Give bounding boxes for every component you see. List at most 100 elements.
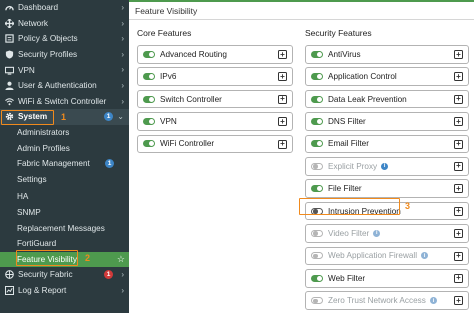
policy-icon [4,34,14,44]
plus-icon[interactable]: + [278,72,287,82]
feature-label: DNS Filter [328,116,366,126]
feature-label: Intrusion Prevention [328,206,401,216]
nav-ha[interactable]: HA [0,189,129,205]
toggle-dns-filter[interactable] [311,117,323,125]
nav-network-label: Network [18,18,49,28]
plus-icon[interactable]: + [454,273,463,283]
nav-admin-profiles[interactable]: Admin Profiles [0,140,129,156]
security-features-heading: Security Features [305,28,372,38]
nav-replacement-messages[interactable]: Replacement Messages [0,220,129,236]
nav-fabric-management[interactable]: Fabric Management 1 [0,156,129,172]
plus-icon[interactable]: + [454,161,463,171]
security-profiles-icon [4,50,14,60]
nav-vpn[interactable]: VPN › [0,62,129,78]
toggle-application-control[interactable] [311,73,323,81]
plus-icon[interactable]: + [278,94,287,104]
plus-icon[interactable]: + [454,229,463,239]
plus-icon[interactable]: + [454,184,463,194]
feature-intrusion-prevention: Intrusion Prevention + [305,201,469,221]
toggle-file-filter[interactable] [311,185,323,193]
callout-number-1: 1 [61,112,67,122]
nav-dashboard[interactable]: Dashboard › [0,0,129,16]
plus-icon[interactable]: + [454,206,463,216]
toggle-video-filter[interactable] [311,229,323,237]
toggle-antivirus[interactable] [311,50,323,58]
info-icon[interactable]: i [429,297,437,305]
feature-application-control: Application Control + [305,67,469,86]
nav-log-report-label: Log & Report [18,285,67,295]
nav-network[interactable]: Network › [0,16,129,32]
network-icon [4,18,14,28]
toggle-ipv6[interactable] [143,73,155,81]
toggle-wifi-controller[interactable] [143,140,155,148]
page-title: Feature Visibility [129,2,474,20]
user-icon [4,81,14,91]
feature-data-leak-prevention: Data Leak Prevention + [305,89,469,109]
gear-icon [4,112,14,122]
feature-label: Zero Trust Network Access [328,296,426,306]
feature-dns-filter: DNS Filter + [305,112,469,131]
toggle-intrusion-prevention[interactable] [311,207,323,215]
system-notification-badge: 1 [104,112,113,122]
plus-icon[interactable]: + [454,94,463,104]
toggle-advanced-routing[interactable] [143,50,155,58]
nav-log-report[interactable]: Log & Report › [0,283,129,299]
security-fabric-icon [4,270,14,280]
nav-ha-label: HA [17,192,29,202]
feature-file-filter: File Filter + [305,179,469,198]
feature-label: Video Filter [328,228,370,238]
nav-fortiguard[interactable]: FortiGuard [0,236,129,252]
plus-icon[interactable]: + [454,139,463,149]
toggle-web-application-firewall[interactable] [311,252,323,260]
nav-security-profiles[interactable]: Security Profiles › [0,47,129,63]
main-panel: Feature Visibility Core Features Advance… [129,0,474,313]
chevron-right-icon: › [121,80,124,90]
chevron-right-icon: › [121,96,124,106]
nav-security-fabric-label: Security Fabric [18,270,73,280]
wifi-icon [4,96,14,106]
nav-policy-objects[interactable]: Policy & Objects › [0,31,129,47]
plus-icon[interactable]: + [454,72,463,82]
callout-number-3: 3 [405,201,411,211]
info-icon[interactable]: i [373,229,381,237]
plus-icon[interactable]: + [454,50,463,59]
nav-administrators-label: Administrators [17,128,70,138]
nav-user-authentication[interactable]: User & Authentication › [0,78,129,94]
toggle-data-leak-prevention[interactable] [311,95,323,103]
nav-snmp[interactable]: SNMP [0,205,129,221]
nav-wifi-switch[interactable]: WiFi & Switch Controller › [0,94,129,110]
feature-wifi-controller: WiFi Controller + [137,134,293,154]
plus-icon[interactable]: + [278,139,287,149]
plus-icon[interactable]: + [454,117,463,127]
info-icon[interactable]: i [381,162,389,170]
chevron-right-icon: › [121,34,124,44]
nav-administrators[interactable]: Administrators [0,125,129,141]
nav-feature-visibility[interactable]: Feature Visibility ☆ [0,251,129,268]
feature-label: File Filter [328,184,362,194]
toggle-email-filter[interactable] [311,140,323,148]
nav-settings[interactable]: Settings [0,172,129,188]
chevron-right-icon: › [121,285,124,295]
feature-web-filter: Web Filter + [305,268,469,288]
nav-wifi-label: WiFi & Switch Controller [18,96,107,106]
feature-vpn: VPN + [137,112,293,131]
toggle-web-filter[interactable] [311,274,323,282]
plus-icon[interactable]: + [454,251,463,261]
info-icon[interactable]: i [421,252,429,260]
callout-number-2: 2 [85,253,91,263]
nav-security-fabric[interactable]: Security Fabric 1 › [0,267,129,283]
toggle-zero-trust-network-access[interactable] [311,297,323,305]
nav-user-label: User & Authentication [18,81,97,91]
plus-icon[interactable]: + [278,50,287,59]
toggle-switch-controller[interactable] [143,95,155,103]
chevron-right-icon: › [121,18,124,28]
plus-icon[interactable]: + [278,117,287,127]
toggle-vpn[interactable] [143,117,155,125]
feature-email-filter: Email Filter + [305,134,469,154]
feature-label: Advanced Routing [160,49,227,59]
star-icon[interactable]: ☆ [117,254,125,265]
plus-icon[interactable]: + [454,296,463,306]
nav-policy-label: Policy & Objects [18,34,78,44]
toggle-explicit-proxy[interactable] [311,162,323,170]
chevron-right-icon: › [121,49,124,59]
